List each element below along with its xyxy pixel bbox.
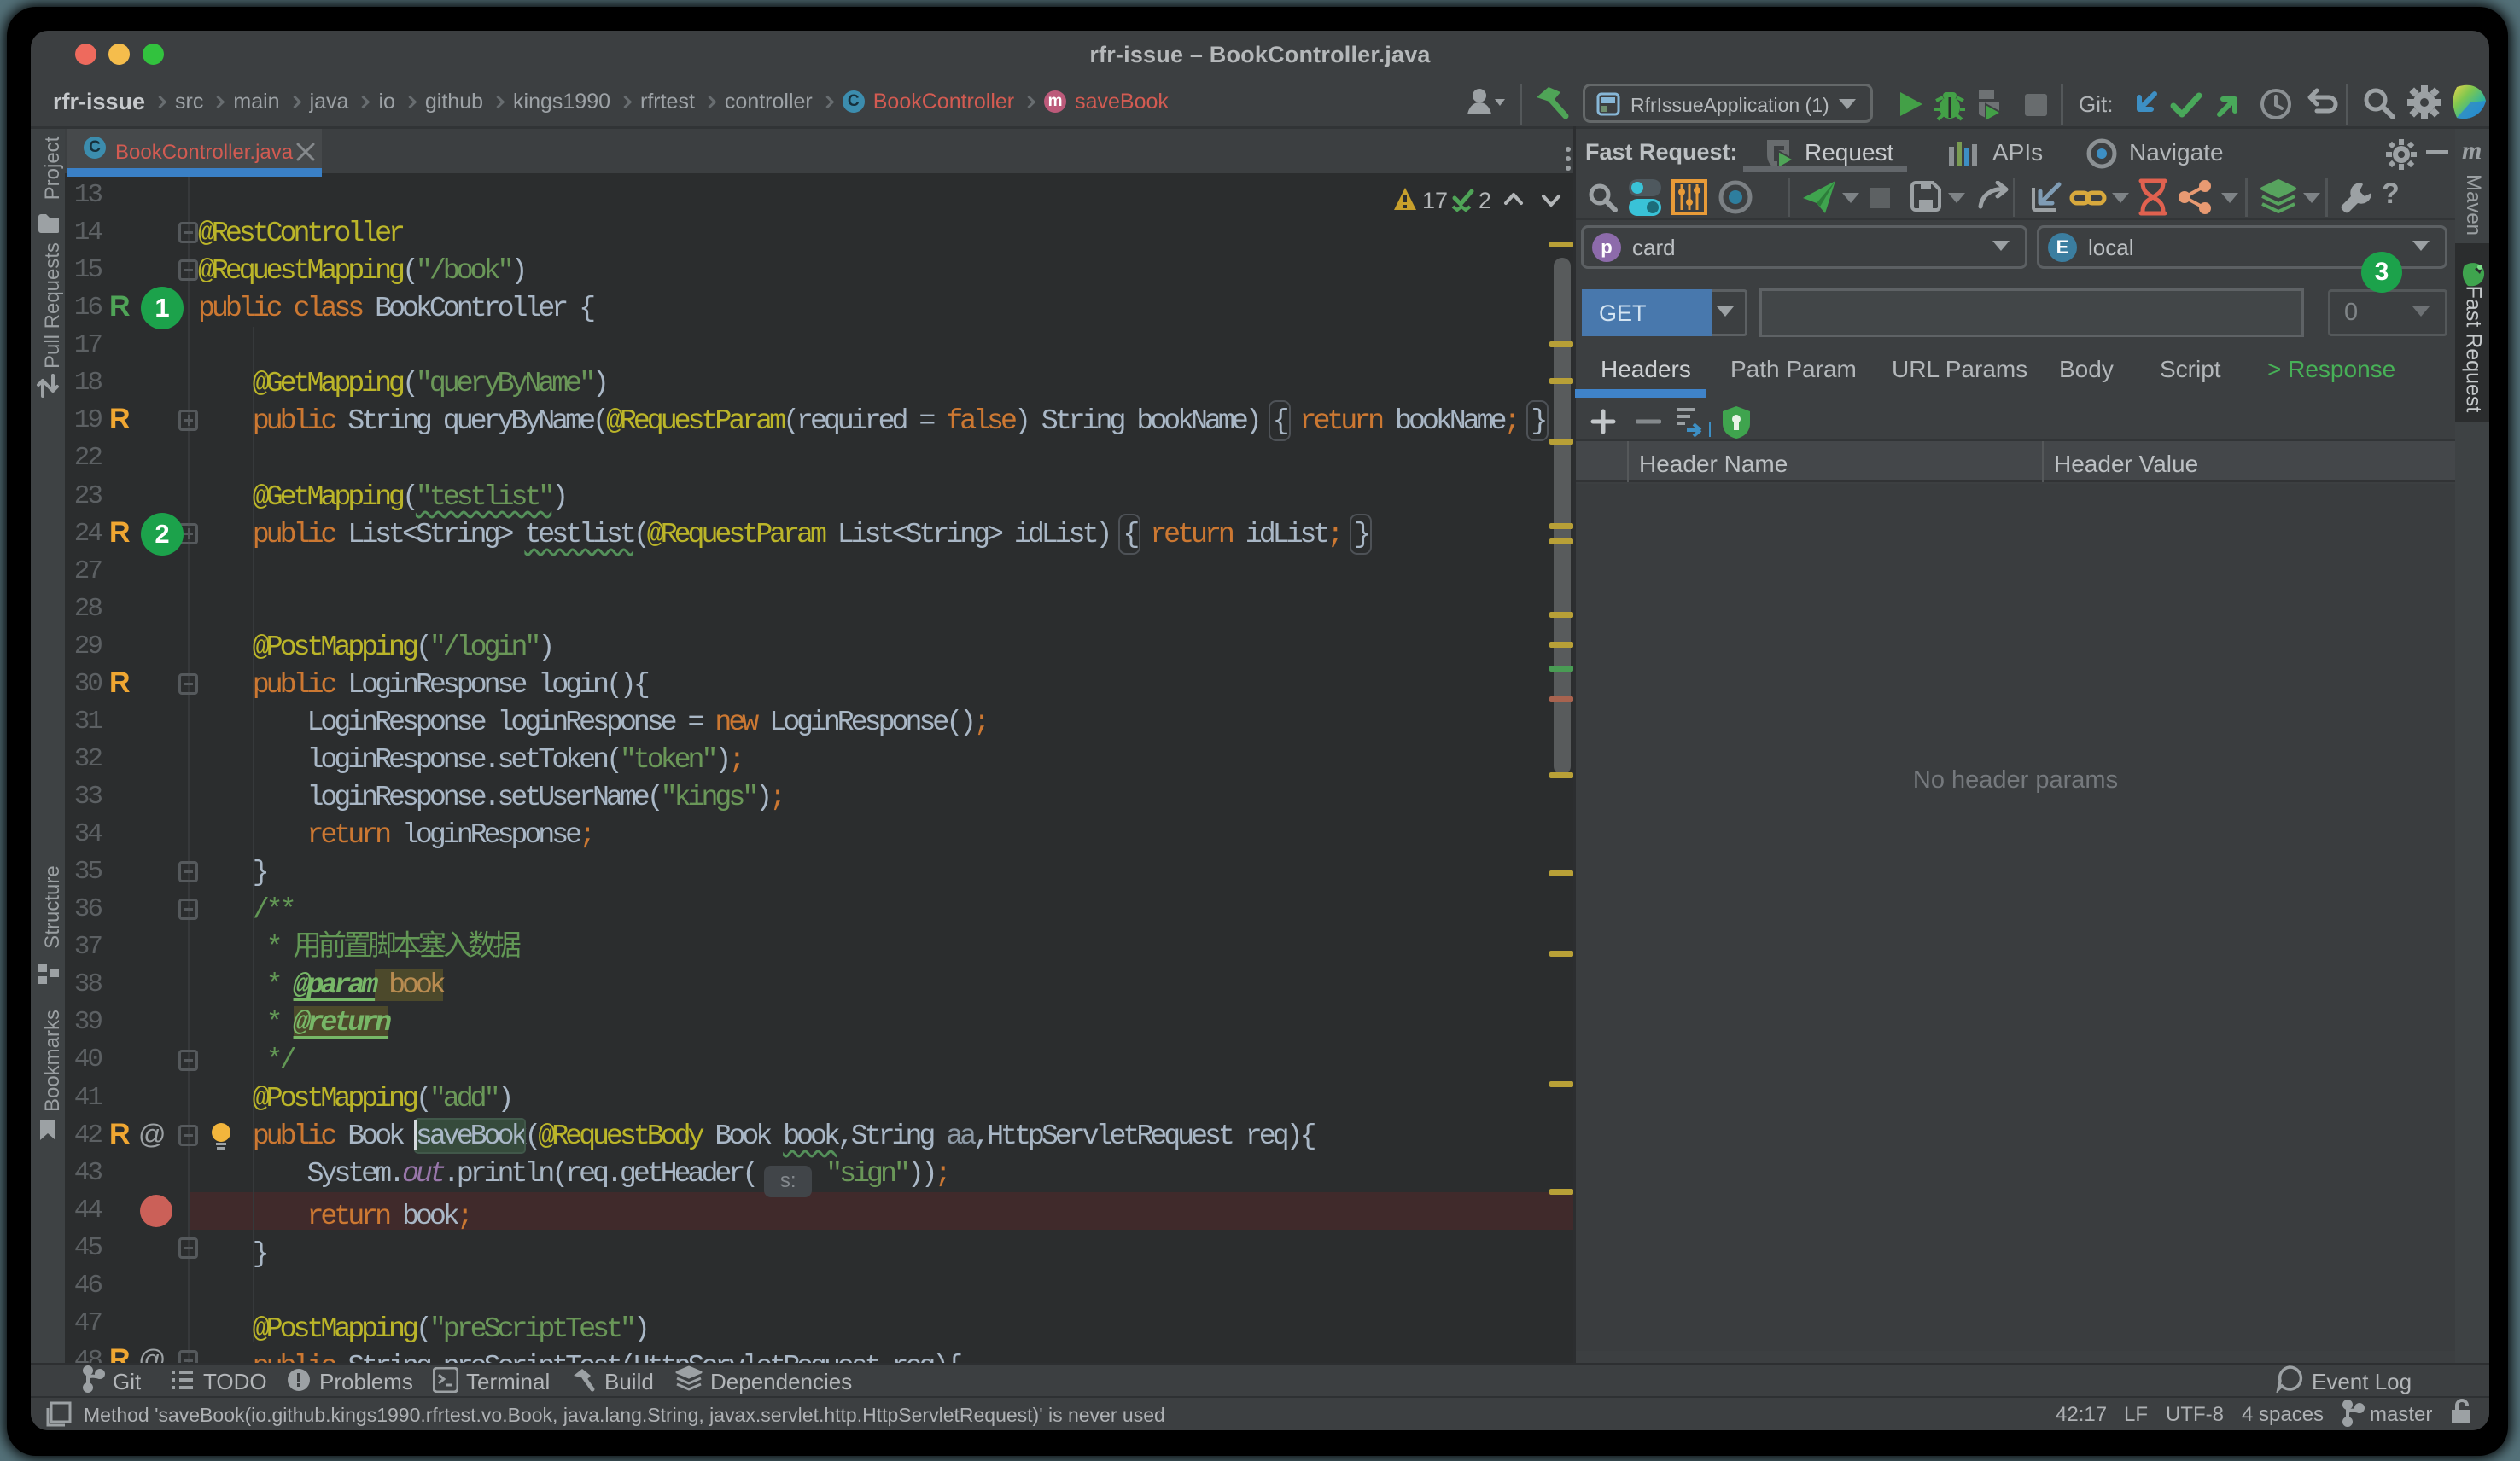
svg-text:17: 17 <box>1422 188 1448 213</box>
svg-text:2: 2 <box>1479 188 1491 213</box>
